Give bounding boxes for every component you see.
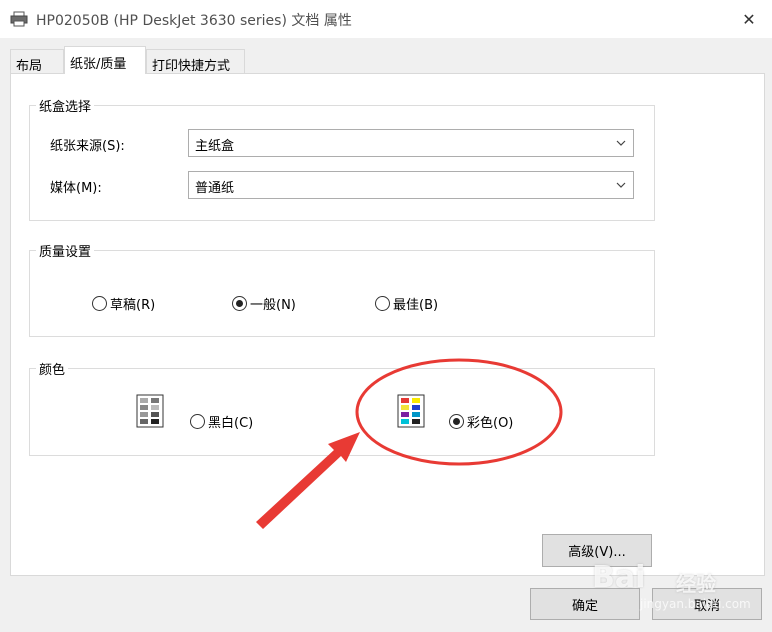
media-value: 普通纸 [195, 181, 235, 196]
printer-icon [10, 11, 28, 27]
radio-button[interactable] [92, 296, 107, 311]
color-color-radio[interactable]: 彩色(O) [449, 412, 513, 431]
media-select[interactable]: 普通纸 [188, 171, 634, 199]
radio-label: 一般(N) [250, 298, 296, 313]
media-label: 媒体(M): [50, 181, 102, 196]
radio-label: 最佳(B) [393, 298, 439, 313]
quality-legend: 质量设置 [36, 241, 95, 260]
close-icon: ✕ [742, 9, 756, 29]
quality-best-radio[interactable]: 最佳(B) [375, 294, 438, 313]
tab-label: 纸张/质量 [70, 57, 127, 72]
close-button[interactable]: ✕ [726, 0, 772, 38]
watermark-url: jingyan.baidu.com [640, 597, 751, 611]
radio-label: 彩色(O) [467, 416, 514, 431]
paper-source-label: 纸张来源(S): [50, 139, 125, 154]
title-bar: HP02050B (HP DeskJet 3630 series) 文档 属性 … [0, 0, 772, 38]
color-legend: 颜色 [36, 359, 69, 378]
paper-tray-legend: 纸盒选择 [36, 96, 95, 115]
tab-paper-quality[interactable]: 纸张/质量 [64, 46, 146, 74]
quality-group: 质量设置 草稿(R) 一般(N) 最佳(B) [29, 241, 655, 337]
color-group: 颜色 黑白(C) 彩色(O) [29, 359, 655, 456]
quality-normal-radio[interactable]: 一般(N) [232, 294, 296, 313]
tab-layout[interactable]: 布局 [10, 49, 64, 74]
chevron-down-icon [616, 182, 626, 188]
radio-label: 黑白(C) [208, 416, 254, 431]
paper-source-value: 主纸盒 [195, 139, 235, 154]
radio-button-selected[interactable] [232, 296, 247, 311]
tab-label: 布局 [16, 59, 43, 74]
color-bw-radio[interactable]: 黑白(C) [190, 412, 253, 431]
radio-label: 草稿(R) [110, 298, 156, 313]
grayscale-document-icon [136, 394, 164, 428]
watermark-brand-2: 经验 [676, 572, 716, 596]
tab-print-shortcuts[interactable]: 打印快捷方式 [146, 49, 245, 74]
tab-label: 打印快捷方式 [152, 59, 231, 74]
paper-source-select[interactable]: 主纸盒 [188, 129, 634, 157]
window-title: HP02050B (HP DeskJet 3630 series) 文档 属性 [36, 13, 352, 29]
radio-button[interactable] [190, 414, 205, 429]
advanced-button-label: 高级(V)... [568, 545, 626, 560]
chevron-down-icon [616, 140, 626, 146]
radio-button[interactable] [375, 296, 390, 311]
color-document-icon [397, 394, 425, 428]
radio-button-selected[interactable] [449, 414, 464, 429]
quality-draft-radio[interactable]: 草稿(R) [92, 294, 155, 313]
ok-button-label: 确定 [571, 598, 598, 614]
watermark-brand: Bai [592, 560, 646, 595]
paper-tray-group: 纸盒选择 纸张来源(S): 主纸盒 媒体(M): 普通纸 [29, 96, 655, 221]
tab-panel: 纸盒选择 纸张来源(S): 主纸盒 媒体(M): 普通纸 质量设置 草稿(R) … [10, 73, 765, 576]
